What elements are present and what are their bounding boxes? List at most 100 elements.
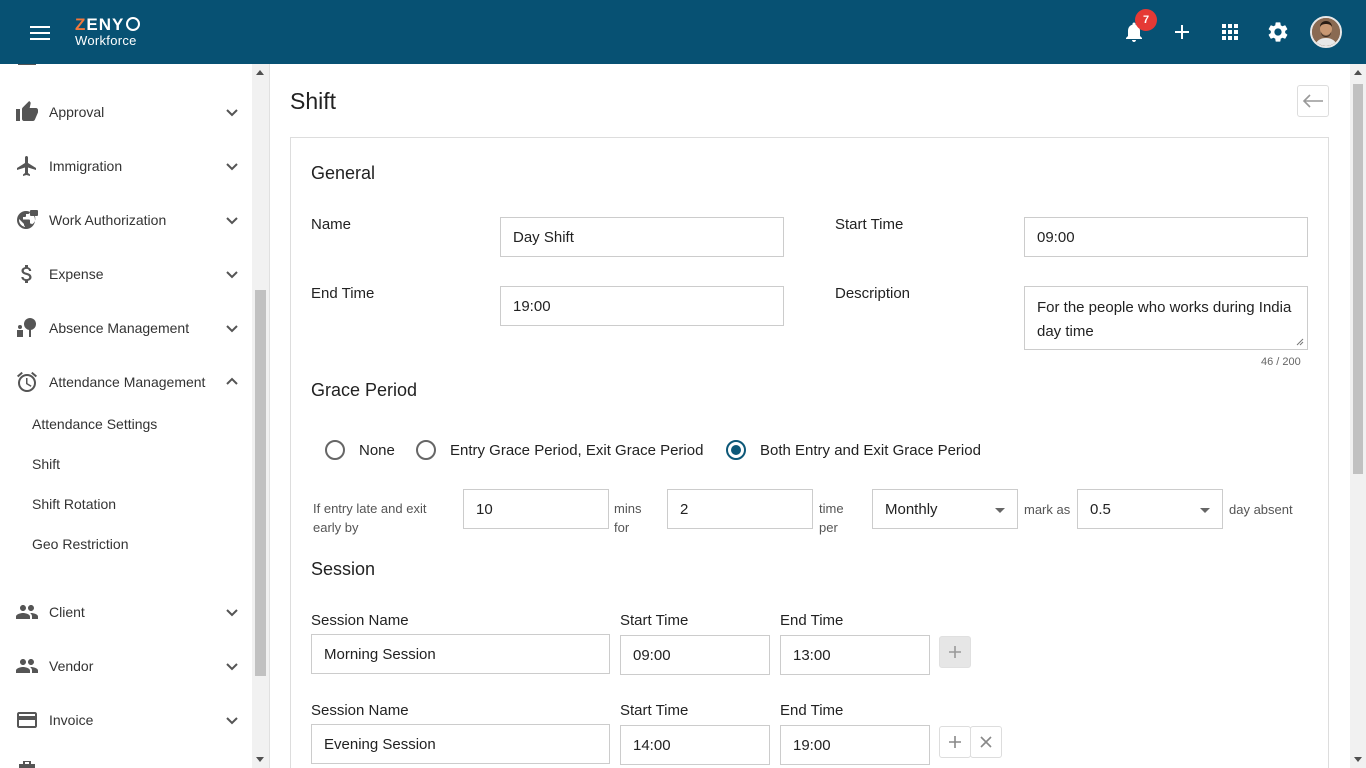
sidebar-item-approval[interactable]: Approval bbox=[0, 92, 252, 132]
sidebar-item-client[interactable]: Client bbox=[0, 592, 252, 632]
chevron-down-icon bbox=[226, 609, 238, 617]
dropdown-arrow-icon bbox=[1200, 508, 1210, 513]
end-time-label: End Time bbox=[311, 285, 375, 302]
session-end-input[interactable]: 19:00 bbox=[780, 725, 930, 765]
plus-icon bbox=[949, 646, 961, 658]
dropdown-arrow-icon bbox=[995, 508, 1005, 513]
grace-minutes-input[interactable]: 10 bbox=[463, 489, 609, 529]
start-time-input[interactable]: 09:00 bbox=[1024, 217, 1308, 257]
sidebar-subitem-shift[interactable]: Shift bbox=[32, 456, 60, 472]
page-title: Shift bbox=[290, 88, 337, 114]
apps-grid-icon[interactable] bbox=[1218, 20, 1242, 44]
name-input[interactable]: Day Shift bbox=[500, 217, 784, 257]
session-name-label: Session Name bbox=[311, 702, 409, 719]
grace-times-input[interactable]: 2 bbox=[667, 489, 813, 529]
session-start-input[interactable]: 09:00 bbox=[620, 635, 770, 675]
radio-none[interactable] bbox=[325, 440, 345, 460]
section-title-grace-period: Grace Period bbox=[311, 380, 418, 400]
absent-days-select[interactable]: 0.5 bbox=[1077, 489, 1223, 529]
absent-days-value: 0.5 bbox=[1090, 500, 1111, 518]
plus-icon[interactable] bbox=[1170, 20, 1194, 44]
logo-mark-icon bbox=[126, 17, 141, 31]
sidebar-item-vendor[interactable]: Vendor bbox=[0, 646, 252, 686]
description-textarea[interactable]: For the people who works during India da… bbox=[1024, 286, 1308, 350]
scroll-down-arrow[interactable] bbox=[256, 757, 264, 762]
sidebar-item-invoice[interactable]: Invoice bbox=[0, 700, 252, 740]
chevron-down-icon bbox=[226, 217, 238, 225]
time-per-label: time per bbox=[819, 501, 844, 535]
people-icon bbox=[16, 659, 38, 673]
sidebar-item-label: Absence Management bbox=[49, 320, 190, 336]
radio-both-grace-label[interactable]: Both Entry and Exit Grace Period bbox=[760, 442, 981, 459]
add-session-button[interactable] bbox=[939, 726, 971, 758]
radio-both-grace[interactable] bbox=[726, 440, 746, 460]
sidebar-item-label: Approval bbox=[49, 104, 105, 120]
people-icon bbox=[16, 605, 38, 619]
session-start-label: Start Time bbox=[620, 612, 689, 629]
menu-icon[interactable] bbox=[30, 26, 50, 40]
session-start-input[interactable]: 14:00 bbox=[620, 725, 770, 765]
grace-rule-text: If entry late and exit early by bbox=[313, 501, 427, 535]
airplane-icon bbox=[17, 156, 36, 176]
section-title-general: General bbox=[311, 163, 376, 183]
sidebar-item-label: Client bbox=[49, 604, 85, 620]
chevron-down-icon bbox=[226, 271, 238, 279]
scroll-up-arrow[interactable] bbox=[256, 70, 264, 75]
chevron-down-icon bbox=[226, 663, 238, 671]
back-button[interactable] bbox=[1297, 85, 1329, 117]
sidebar-item-label: Invoice bbox=[49, 712, 94, 728]
day-absent-label: day absent bbox=[1229, 502, 1293, 517]
add-session-button[interactable] bbox=[939, 636, 971, 668]
gear-icon[interactable] bbox=[1266, 20, 1290, 44]
scroll-up-arrow[interactable] bbox=[1354, 70, 1362, 75]
sidebar-item-work-authorization[interactable]: Work Authorization bbox=[0, 200, 252, 240]
sidebar-item-immigration[interactable]: Immigration bbox=[0, 146, 252, 186]
sidebar-nav: Approval Immigration Work Authorization … bbox=[0, 64, 252, 768]
chevron-down-icon bbox=[226, 717, 238, 725]
notification-badge: 7 bbox=[1135, 9, 1157, 31]
radio-none-label[interactable]: None bbox=[359, 442, 395, 459]
logo-subtitle: Workforce bbox=[75, 33, 137, 48]
sidebar-item-expense[interactable]: Expense bbox=[0, 254, 252, 294]
scroll-down-arrow[interactable] bbox=[1354, 757, 1362, 762]
end-time-input[interactable]: 19:00 bbox=[500, 286, 784, 326]
section-title-session: Session bbox=[311, 559, 376, 579]
radio-entry-exit-grace[interactable] bbox=[416, 440, 436, 460]
sidebar-item-label: Vendor bbox=[49, 658, 94, 674]
description-label: Description bbox=[835, 285, 911, 302]
session-name-input[interactable]: Morning Session bbox=[311, 634, 610, 674]
plus-icon bbox=[949, 736, 961, 748]
remove-session-button[interactable] bbox=[970, 726, 1002, 758]
sidebar-subitem-attendance-settings[interactable]: Attendance Settings bbox=[32, 416, 157, 432]
session-name-input[interactable]: Evening Session bbox=[311, 724, 610, 764]
app-logo[interactable]: ZENY Workforce bbox=[75, 15, 141, 48]
sidebar-subitem-shift-rotation[interactable]: Shift Rotation bbox=[32, 496, 116, 512]
mins-for-label: mins for bbox=[614, 501, 642, 535]
top-app-bar: ZENY Workforce 7 bbox=[0, 0, 1366, 64]
sidebar-scroll-thumb[interactable] bbox=[255, 290, 266, 676]
sidebar-item-label: Expense bbox=[49, 266, 104, 282]
avatar[interactable] bbox=[1310, 16, 1342, 48]
grace-period-select[interactable]: Monthly bbox=[872, 489, 1018, 529]
session-name-label: Session Name bbox=[311, 612, 409, 629]
user-photo bbox=[1312, 18, 1340, 46]
sidebar-item-attendance-management[interactable]: Attendance Management bbox=[0, 362, 252, 402]
logo-letter-z: Z bbox=[75, 15, 87, 34]
logo-text: ENY bbox=[86, 15, 125, 34]
resize-handle-icon[interactable] bbox=[1296, 338, 1304, 346]
page-scroll-thumb[interactable] bbox=[1353, 84, 1363, 474]
radio-entry-exit-grace-label[interactable]: Entry Grace Period, Exit Grace Period bbox=[450, 442, 703, 459]
session-end-input[interactable]: 13:00 bbox=[780, 635, 930, 675]
thumbs-up-icon bbox=[16, 101, 38, 121]
description-text: For the people who works during India da… bbox=[1037, 299, 1292, 340]
sidebar-scrollbar[interactable] bbox=[252, 64, 269, 768]
partial-nav-icon bbox=[18, 64, 36, 65]
sidebar-subitem-geo-restriction[interactable]: Geo Restriction bbox=[32, 536, 128, 552]
main-content: Shift General Name Day Shift Start Time … bbox=[270, 64, 1350, 768]
briefcase-icon bbox=[19, 761, 35, 768]
shift-form-card: General Name Day Shift Start Time 09:00 … bbox=[290, 137, 1329, 768]
page-scrollbar[interactable] bbox=[1350, 64, 1366, 768]
dollar-icon bbox=[21, 265, 32, 283]
chevron-up-icon bbox=[226, 377, 238, 385]
sidebar-item-absence-management[interactable]: Absence Management bbox=[0, 308, 252, 348]
